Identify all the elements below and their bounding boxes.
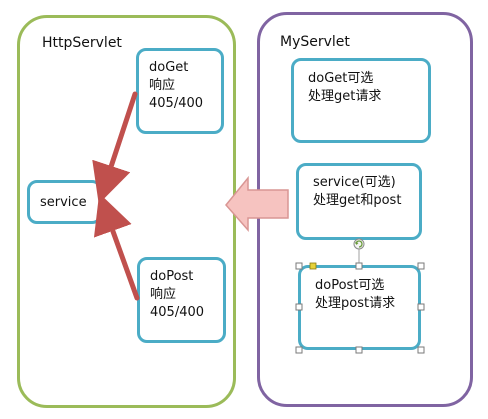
resize-handle-left[interactable] — [295, 303, 303, 311]
dopost-response-label: 响应 — [150, 287, 177, 302]
dopost-method-name: doPost — [150, 269, 194, 284]
resize-handle-bottom-right[interactable] — [417, 346, 425, 354]
my-doget-title: doGet可选 — [308, 71, 374, 86]
rotate-icon[interactable] — [353, 238, 365, 250]
resize-handle-top-left[interactable] — [295, 262, 303, 270]
adjustment-handle[interactable] — [309, 262, 317, 270]
myservlet-title: MyServlet — [280, 34, 350, 50]
doget-method-name: doGet — [149, 60, 189, 75]
doget-response-label: 响应 — [149, 78, 176, 93]
doget-status-codes: 405/400 — [149, 96, 204, 111]
resize-handle-right[interactable] — [417, 303, 425, 311]
my-doget-description: 处理get请求 — [308, 89, 382, 104]
httpservlet-title: HttpServlet — [42, 35, 122, 51]
resize-handle-bottom[interactable] — [355, 346, 363, 354]
myservlet-doget-box[interactable]: doGet可选 处理get请求 — [291, 58, 431, 143]
my-service-title: service(可选) — [313, 175, 396, 190]
resize-handle-top-right[interactable] — [417, 262, 425, 270]
resize-handle-bottom-left[interactable] — [295, 346, 303, 354]
httpservlet-doget-box[interactable]: doGet 响应 405/400 — [136, 48, 224, 134]
my-dopost-title: doPost可选 — [315, 278, 385, 293]
myservlet-dopost-box[interactable]: doPost可选 处理post请求 — [298, 265, 421, 350]
diagram-canvas: HttpServlet MyServlet doGet 响应 405/400 s… — [0, 0, 488, 419]
my-dopost-description: 处理post请求 — [315, 296, 396, 311]
httpservlet-service-box[interactable]: service — [27, 180, 102, 224]
service-method-name: service — [40, 195, 87, 210]
httpservlet-dopost-box[interactable]: doPost 响应 405/400 — [137, 257, 226, 343]
myservlet-service-box[interactable]: service(可选) 处理get和post — [296, 163, 422, 240]
resize-handle-top[interactable] — [355, 262, 363, 270]
my-service-description: 处理get和post — [313, 193, 402, 208]
dopost-status-codes: 405/400 — [150, 305, 205, 320]
